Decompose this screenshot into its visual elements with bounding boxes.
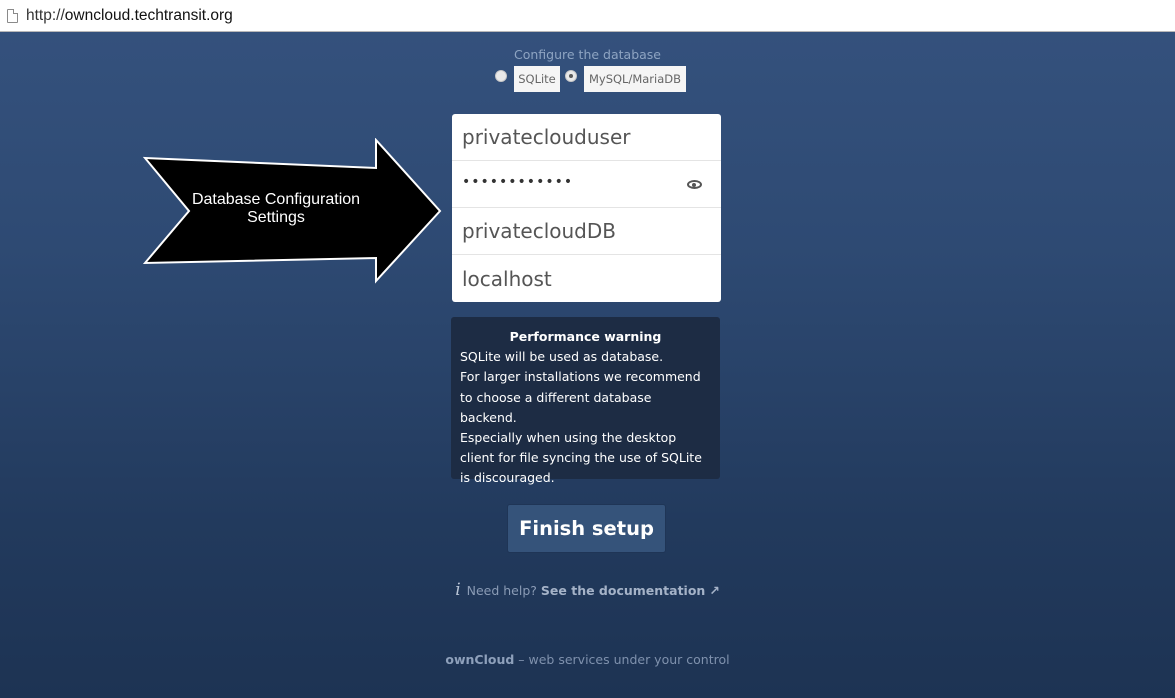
warning-line: For larger installations we recommend to… <box>460 369 701 425</box>
sqlite-option-label[interactable]: SQLite <box>514 66 560 92</box>
mysql-option-label[interactable]: MySQL/MariaDB <box>584 66 686 92</box>
database-credentials-group: privateclouduser •••••••••••• privateclo… <box>452 114 721 302</box>
configure-database-label: Configure the database <box>514 47 661 62</box>
help-prefix: Need help? <box>466 583 537 598</box>
info-icon: i <box>455 580 461 600</box>
external-link-icon[interactable]: ↗ <box>709 583 719 598</box>
database-password-field[interactable]: •••••••••••• <box>452 161 721 208</box>
database-name-field[interactable]: privatecloudDB <box>452 208 721 255</box>
finish-setup-button[interactable]: Finish setup <box>507 504 666 553</box>
database-user-value: privateclouduser <box>462 125 631 149</box>
url-scheme: http:// <box>26 6 65 24</box>
footer: ownCloud – web services under your contr… <box>0 652 1175 667</box>
footer-brand[interactable]: ownCloud <box>445 652 514 667</box>
callout-label: Database Configuration Settings <box>191 191 361 226</box>
page-icon <box>7 8 18 23</box>
warning-line: SQLite will be used as database. <box>460 349 664 365</box>
database-name-value: privatecloudDB <box>462 219 616 243</box>
eye-icon[interactable] <box>687 180 702 189</box>
documentation-link[interactable]: See the documentation <box>541 583 705 598</box>
database-user-field[interactable]: privateclouduser <box>452 114 721 161</box>
database-host-field[interactable]: localhost <box>452 255 721 302</box>
footer-tagline: – web services under your control <box>518 652 730 667</box>
url-text[interactable]: http://owncloud.techtransit.org <box>26 7 233 25</box>
performance-warning: Performance warning SQLite will be used … <box>451 317 720 485</box>
database-password-value: •••••••••••• <box>462 174 574 190</box>
browser-address-bar[interactable]: http://owncloud.techtransit.org <box>0 0 1175 32</box>
database-host-value: localhost <box>462 266 552 291</box>
warning-title: Performance warning <box>509 329 662 344</box>
url-host: owncloud.techtransit.org <box>64 6 233 24</box>
mysql-radio[interactable] <box>565 70 577 82</box>
sqlite-radio[interactable] <box>495 70 507 82</box>
help-line: i Need help? See the documentation ↗ <box>0 580 1175 600</box>
warning-line: Especially when using the desktop client… <box>460 430 702 486</box>
